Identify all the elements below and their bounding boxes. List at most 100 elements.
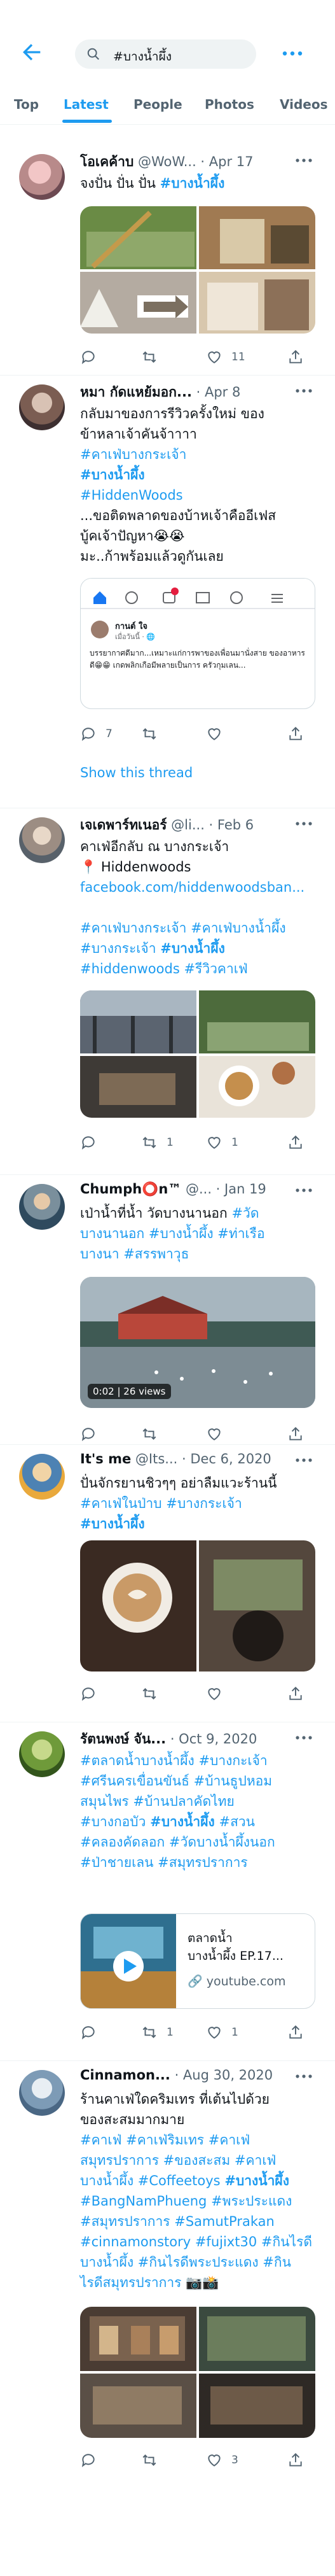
avatar[interactable] [19, 817, 65, 863]
hashtag-link[interactable]: #บางน้ำผึ้ง [160, 176, 225, 191]
tab-videos[interactable]: Videos [280, 97, 328, 112]
like-button[interactable]: 1 [206, 2023, 238, 2042]
retweet-button[interactable] [141, 348, 158, 367]
hashtag-link[interactable]: #บางกะเจ้า [198, 1753, 267, 1768]
hashtag-link[interactable]: #BangNamPhueng #พระประแดง [80, 2191, 322, 2211]
like-button[interactable]: 3 [206, 2451, 238, 2470]
like-button[interactable]: 11 [206, 348, 245, 367]
avatar[interactable] [19, 1731, 65, 1777]
retweet-button[interactable] [141, 724, 158, 743]
tweet-more-icon[interactable] [292, 154, 315, 167]
hashtag-link[interactable]: #HiddenWoods [80, 485, 322, 505]
retweet-button[interactable]: 1 [141, 2023, 174, 2042]
tweet[interactable]: รัตนพงษ์ จัน... · Oct 9, 2020 #ตลาดน้ำบา… [0, 1722, 335, 2061]
tweet[interactable]: หมา กัดแหย้มอก... · Apr 8 กลับมาของการรี… [0, 376, 335, 808]
like-button[interactable] [206, 1425, 222, 1444]
hashtag-link[interactable]: #บางน้ำผึ้ง [80, 465, 322, 485]
hashtag-link[interactable]: #บางกอบัว [80, 1814, 150, 1829]
tweet-more-icon[interactable] [292, 1184, 315, 1197]
quoted-post-card[interactable]: กานต์ ใจ เมื่อวันนี้ · 🌐 บรรยากาศดีมาก..… [80, 578, 315, 709]
hashtag-link[interactable]: #วัด [231, 1206, 259, 1221]
hashtag-link[interactable]: #บางน้ำผึ้ง [149, 1226, 214, 1241]
hashtag-link[interactable]: สมุทรปราการ #ของสะสม #คาเฟ่ [80, 2150, 322, 2171]
tab-photos[interactable]: Photos [205, 97, 254, 112]
video-player[interactable]: 0:02 | 26 views [80, 1277, 315, 1408]
author-name[interactable]: รัตนพงษ์ จัน... [80, 1731, 166, 1747]
share-button[interactable] [287, 2023, 304, 2042]
share-button[interactable] [287, 348, 304, 367]
hashtag-link[interactable]: #ท่าเรือ [214, 1226, 264, 1241]
media-grid[interactable] [80, 1540, 315, 1672]
retweet-button[interactable] [141, 2451, 158, 2470]
avatar[interactable] [19, 2070, 65, 2116]
reply-button[interactable] [80, 348, 97, 367]
tab-latest[interactable]: Latest [64, 97, 109, 112]
author-name[interactable]: โอเคค้าบ [80, 154, 133, 169]
avatar[interactable] [19, 1454, 65, 1500]
like-button[interactable] [206, 1684, 222, 1703]
hashtag-link[interactable]: #สมุทรปราการ #SamutPrakan [80, 2211, 322, 2232]
tab-top[interactable]: Top [14, 97, 39, 112]
author-name[interactable]: หมา กัดแหย้มอก... [80, 384, 192, 400]
tweet-more-icon[interactable] [292, 1731, 315, 1744]
show-thread-link[interactable]: Show this thread [80, 765, 193, 780]
reply-button[interactable] [80, 1133, 97, 1152]
hashtag-link[interactable]: #hiddenwoods #รีวิวคาเฟ่ [80, 959, 322, 979]
hashtag-link[interactable]: #บางน้ำผึ้ง [160, 941, 225, 956]
hashtag-link[interactable]: บางน้ำผึ้ง #Coffeetoys [80, 2173, 224, 2188]
tweet-more-icon[interactable] [292, 384, 315, 397]
link-preview-card[interactable]: ตลาดน้ำ บางน้ำผึ้ง EP.17... 🔗 youtube.co… [80, 1913, 315, 2009]
hashtag-link[interactable]: #คาเฟ่บางกระเจ้า #คาเฟ่บางน้ำผึ้ง [80, 918, 322, 938]
like-button[interactable] [206, 724, 222, 743]
tweet-more-icon[interactable] [292, 1454, 315, 1467]
hashtag-link[interactable]: #ตลาดน้ำบางน้ำผึ้ง [80, 1753, 198, 1768]
author-name[interactable]: Cinnamon... [80, 2067, 170, 2083]
reply-button[interactable] [80, 1684, 97, 1703]
media-grid[interactable] [80, 990, 315, 1118]
hashtag-link[interactable]: บางน้ำผึ้ง #กินไรดีพระประแดง #กิน [80, 2252, 322, 2272]
hashtag-link[interactable]: #บางน้ำผึ้ง [224, 2173, 289, 2188]
hashtag-link[interactable]: #คาเฟ่บางกระเจ้า [80, 444, 322, 465]
reply-button[interactable] [80, 2023, 97, 2042]
tweet[interactable]: โอเคค้าบ @WoW... · Apr 17 จงปั่น ปั่น ปั… [0, 145, 335, 376]
author-name[interactable]: Chumph⭕n™ [80, 1181, 181, 1197]
avatar[interactable] [19, 154, 65, 200]
external-link[interactable]: facebook.com/hiddenwoodsban... [80, 877, 322, 897]
share-button[interactable] [287, 724, 304, 743]
author-name[interactable]: It's me [80, 1451, 131, 1467]
hashtag-link[interactable]: บางนา #สรรพาวุธ [80, 1244, 322, 1264]
back-arrow-icon[interactable] [19, 39, 44, 65]
retweet-button[interactable] [141, 1684, 158, 1703]
search-input[interactable]: #บางน้ำผึ้ง [75, 39, 256, 69]
hashtag-link[interactable]: บางนานอก [80, 1226, 149, 1241]
hashtag-link[interactable]: #คาเฟ่ #คาเฟ่ริมเทร #คาเฟ่ [80, 2130, 322, 2150]
hashtag-link[interactable]: #บางน้ำผึ้ง [80, 1514, 322, 1534]
avatar[interactable] [19, 1184, 65, 1230]
hashtag-link[interactable]: #บางน้ำผึ้ง [150, 1814, 215, 1829]
hashtag-link[interactable]: #คลองคัดลอก #วัดบางน้ำผึ้งนอก [80, 1832, 322, 1852]
hashtag-link[interactable]: สมุนไพร #บ้านปลาคัดไทย [80, 1791, 322, 1812]
tweet[interactable]: Cinnamon... · Aug 30, 2020 ร้านคาเฟ่ใดคร… [0, 2061, 335, 2576]
tweet-more-icon[interactable] [292, 2070, 315, 2083]
reply-button[interactable]: 7 [80, 724, 113, 743]
more-options-icon[interactable] [280, 45, 305, 62]
media-grid[interactable] [80, 2307, 315, 2438]
hashtag-link[interactable]: #cinnamonstory #fujixt30 #กินไรดี [80, 2232, 322, 2252]
retweet-button[interactable] [141, 1425, 158, 1444]
avatar[interactable] [19, 384, 65, 430]
hashtag-link[interactable]: #ศรีนครเขื่อนขันธ์ #บ้านธูปหอม [80, 1771, 322, 1791]
share-button[interactable] [287, 2451, 304, 2470]
hashtag-link[interactable]: #คาเฟ่ในป่าบ #บางกระเจ้า [80, 1493, 322, 1514]
tab-people[interactable]: People [133, 97, 182, 112]
reply-button[interactable] [80, 1425, 97, 1444]
hashtag-link[interactable]: ไรดีสมุทรปราการ 📷📸 [80, 2272, 322, 2293]
tweet-more-icon[interactable] [292, 817, 315, 830]
share-button[interactable] [287, 1133, 304, 1152]
retweet-button[interactable]: 1 [141, 1133, 174, 1152]
hashtag-link[interactable]: #บางกระเจ้า [80, 941, 160, 956]
author-name[interactable]: เจเดพาร์ทเนอร์ [80, 817, 167, 833]
share-button[interactable] [287, 1684, 304, 1703]
tweet[interactable]: เจเดพาร์ทเนอร์ @li... · Feb 6 คาเฟ่อีกลั… [0, 808, 335, 1175]
tweet[interactable]: Chumph⭕n™ @... · Jan 19 เป่าน้ำที่น้ำ วั… [0, 1175, 335, 1445]
hashtag-link[interactable]: #สวน [215, 1814, 255, 1829]
